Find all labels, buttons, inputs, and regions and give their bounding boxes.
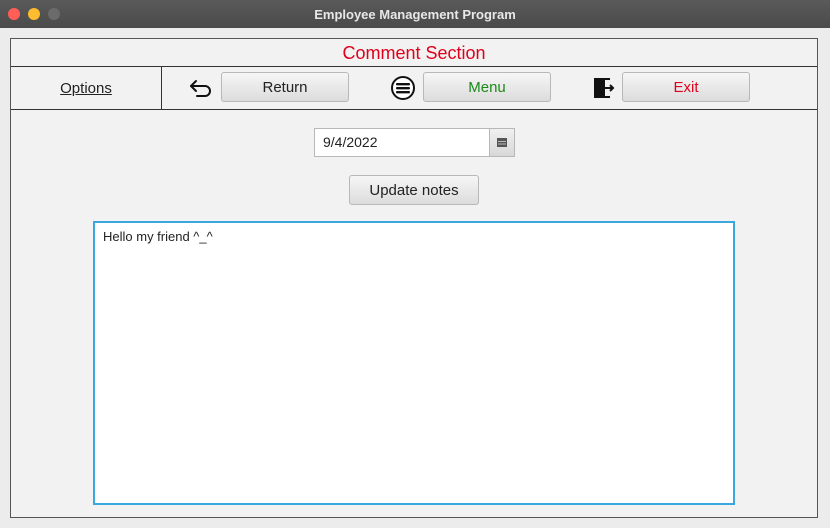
update-notes-button[interactable]: Update notes (349, 175, 479, 205)
date-picker-button[interactable] (489, 128, 515, 157)
toolbar: Options Return Menu Exit (11, 67, 817, 110)
notes-textarea[interactable]: Hello my friend ^_^ (93, 221, 735, 505)
section-title: Comment Section (11, 39, 817, 67)
undo-arrow-icon (190, 80, 211, 97)
date-input[interactable]: 9/4/2022 (314, 128, 490, 157)
options-cell: Options (11, 67, 162, 109)
options-link[interactable]: Options (11, 80, 161, 97)
menu-button[interactable]: Menu (423, 72, 551, 102)
list-menu-icon (391, 76, 415, 100)
calendar-icon (497, 138, 507, 147)
app-window: Employee Management Program Comment Sect… (0, 0, 830, 528)
title-bar: Employee Management Program (0, 0, 830, 28)
main-panel: Comment Section Options Return Menu Exit… (10, 38, 818, 518)
door-exit-icon (594, 78, 615, 98)
window-title: Employee Management Program (314, 7, 516, 22)
exit-button[interactable]: Exit (622, 72, 750, 102)
return-button[interactable]: Return (221, 72, 349, 102)
